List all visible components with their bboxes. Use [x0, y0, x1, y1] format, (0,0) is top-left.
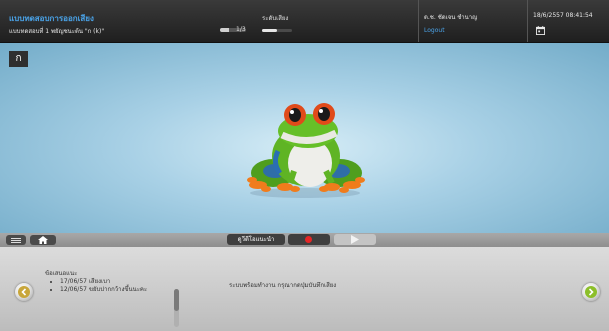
menu-button[interactable]: [6, 235, 26, 245]
feedback-panel: ข้อเสนอแนะ 17/06/57 เสียงเบา 12/06/57 ขย…: [0, 247, 609, 331]
play-button[interactable]: [334, 234, 376, 245]
record-button[interactable]: [288, 234, 330, 245]
home-icon: [38, 236, 48, 244]
progress-fill: [220, 28, 229, 32]
letter-card: ก: [9, 51, 28, 67]
menu-icon-line: [11, 240, 21, 241]
home-button[interactable]: [30, 235, 56, 245]
progress-text: 1/3: [236, 26, 246, 33]
advice-scrollbar[interactable]: [174, 289, 179, 327]
logout-link[interactable]: Logout: [424, 27, 445, 34]
volume-fill: [262, 29, 277, 32]
scrollbar-thumb[interactable]: [174, 289, 179, 311]
previous-button[interactable]: [15, 283, 33, 301]
header-divider: [418, 0, 419, 42]
menu-icon-line: [11, 242, 21, 243]
app-title: แบบทดสอบการออกเสียง: [9, 14, 94, 23]
volume-slider[interactable]: [262, 29, 292, 32]
header-divider: [527, 0, 528, 42]
list-item: 12/06/57 ขยับปากกว้างขึ้นนะคะ: [60, 286, 178, 293]
status-message: ระบบพร้อมทำงาน กรุณากดปุ่มบันทึกเสียง: [229, 282, 337, 289]
record-icon: [305, 236, 312, 243]
chevron-right-icon: [588, 288, 594, 296]
header-bar: แบบทดสอบการออกเสียง แบบทดสอบที่ 1 พยัญชน…: [0, 0, 609, 43]
play-icon: [351, 235, 359, 244]
next-button[interactable]: [582, 283, 600, 301]
chevron-left-icon: [21, 288, 27, 296]
picture-stage: ก: [0, 43, 609, 233]
menu-icon: [11, 238, 21, 239]
guide-video-button[interactable]: ดูวีดีโอแนะนำ: [227, 234, 285, 245]
test-subtitle: แบบทดสอบที่ 1 พยัญชนะต้น "ก (k)": [9, 28, 105, 35]
list-item: 17/06/57 เสียงเบา: [60, 278, 178, 285]
frog-illustration: [247, 103, 365, 198]
control-toolbar: ดูวีดีโอแนะนำ: [0, 233, 609, 247]
advice-list: 17/06/57 เสียงเบา 12/06/57 ขยับปากกว้างข…: [52, 278, 178, 294]
user-name: ด.ช. ชัดเจน ชำนาญ: [424, 14, 478, 21]
volume-label: ระดับเสียง: [262, 15, 289, 22]
calendar-icon[interactable]: [536, 26, 545, 35]
advice-title: ข้อเสนอแนะ: [45, 270, 78, 277]
datetime: 18/6/2557 08:41:54: [533, 12, 593, 19]
